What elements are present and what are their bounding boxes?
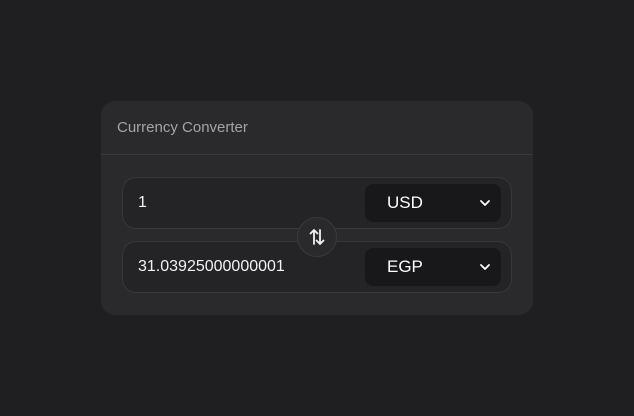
chevron-down-icon [480,264,490,270]
from-currency-select[interactable]: USD [365,184,501,222]
card-title: Currency Converter [117,119,248,136]
card-header: Currency Converter [101,101,533,155]
swap-button[interactable] [297,217,337,257]
to-currency-value: EGP [387,257,423,276]
swap-vertical-arrows-icon [309,229,325,245]
currency-converter-card: Currency Converter USD EGP [101,101,533,315]
chevron-down-icon [480,200,490,206]
to-currency-select[interactable]: EGP [365,248,501,286]
from-currency-value: USD [387,193,423,212]
